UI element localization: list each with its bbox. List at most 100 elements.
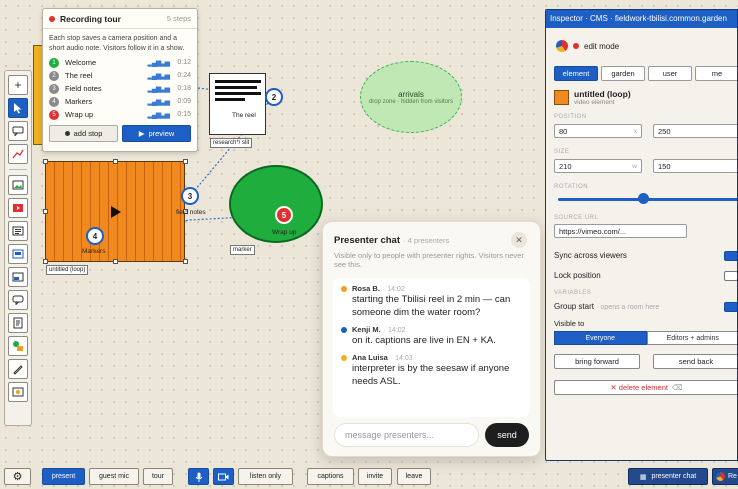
tour-header: Recording tour 5 steps [43, 9, 197, 29]
resize-handle[interactable] [183, 159, 188, 164]
resize-handle[interactable] [43, 259, 48, 264]
camera-button[interactable] [213, 468, 234, 485]
rotation-slider-knob[interactable] [638, 193, 649, 204]
captions-button[interactable]: captions [307, 468, 354, 485]
preview-button[interactable]: ▶ preview [122, 125, 191, 142]
resize-handle[interactable] [113, 159, 118, 164]
tab-element[interactable]: element [554, 66, 598, 81]
size-width-field[interactable]: 210 w [554, 159, 642, 173]
position-x-unit: x [633, 128, 637, 135]
text-line [215, 86, 257, 89]
tab-me[interactable]: me [695, 66, 737, 81]
leave-button[interactable]: leave [397, 468, 431, 485]
tour-marker-3[interactable]: 3 [181, 187, 199, 205]
chat-message-list: Rosa B. · 14:02 starting the Tbilisi reel … [333, 278, 530, 417]
message-text: on it. captions are live in EN + KA. [352, 335, 496, 346]
listen-only-button[interactable]: listen only [238, 468, 293, 485]
bring-forward-button[interactable]: bring forward [554, 354, 640, 369]
stop-label: Welcome [65, 58, 97, 67]
lock-label: Lock position [554, 271, 601, 280]
video-caption: untitled (loop) [46, 265, 89, 275]
settings-button[interactable]: ⚙ [4, 468, 31, 485]
size-height-field[interactable]: 150 [653, 159, 737, 173]
markers-label: Markers [82, 248, 106, 255]
sync-toggle[interactable] [724, 251, 737, 261]
group-start-toggle[interactable] [724, 302, 737, 312]
resize-handle[interactable] [43, 209, 48, 214]
video-element-selected[interactable]: Markers [45, 161, 185, 262]
presenter-chat-button[interactable]: ▦ presenter chat [628, 468, 708, 485]
source-url-field[interactable]: https://vimeo.com/... [554, 224, 687, 238]
chat-message: Rosa B. · 14:02 starting the Tbilisi reel … [341, 284, 522, 319]
tour-button[interactable]: tour [143, 468, 173, 485]
camera-icon [218, 473, 229, 480]
tour-stop-row[interactable]: 4 Markers ▂▄▆▃▅ 0:09 [43, 95, 197, 108]
tour-stop-row[interactable]: 3 Field notes ▂▄▆▃▅ 0:18 [43, 82, 197, 95]
tour-marker-5[interactable]: 5 [275, 206, 293, 224]
message-time: · 14:02 [382, 286, 405, 293]
author-name: Ana Luisa [352, 353, 388, 362]
tour-description: Each stop saves a camera position and a … [49, 35, 185, 52]
stop-label: Markers [65, 97, 93, 106]
reel-card-element[interactable]: The reel [209, 73, 266, 135]
resize-handle[interactable] [113, 259, 118, 264]
position-y-field[interactable]: 250 [653, 124, 737, 138]
tab-user[interactable]: user [648, 66, 692, 81]
reel-label: The reel [232, 112, 256, 119]
wrap-up-label: Wrap up [272, 229, 297, 236]
message-author: Ana Luisa · 14:03 [352, 353, 522, 362]
chat-message-input[interactable]: message presenters... [334, 423, 479, 447]
arrivals-drop-zone[interactable]: arrivals drop zone · hidden from visitor… [360, 61, 462, 133]
tour-stop-row[interactable]: 1 Welcome ▂▄▆▃▅ 0:12 [43, 56, 197, 69]
element-color-swatch[interactable] [554, 90, 569, 105]
user-menu-label: Re [728, 473, 737, 480]
audio-waveform-icon: ▂▄▆▃▅ [147, 85, 170, 93]
stop-duration: 0:18 [177, 85, 191, 92]
stop-duration: 0:24 [177, 72, 191, 79]
tour-stop-row[interactable]: 5 Wrap up ▂▄▆▃▅ 0:15 [43, 108, 197, 121]
user-menu-button[interactable]: Re [712, 468, 738, 485]
tab-garden[interactable]: garden [601, 66, 645, 81]
group-start-row: Group start · opens a room here [554, 302, 659, 311]
resize-handle[interactable] [183, 259, 188, 264]
chat-message: Ana Luisa · 14:03 interpreter is by the se… [341, 353, 522, 388]
lock-toggle[interactable] [724, 271, 737, 281]
gear-icon: ⚙ [12, 471, 23, 483]
text-line [215, 98, 245, 101]
position-x-value: 80 [559, 127, 568, 136]
tour-stop-list: 1 Welcome ▂▄▆▃▅ 0:12 2 The reel ▂▄▆▃▅ 0:24 3 Fiel… [43, 56, 197, 121]
invite-button[interactable]: invite [358, 468, 392, 485]
position-x-field[interactable]: 80 x [554, 124, 642, 138]
stop-label: Wrap up [65, 110, 94, 119]
tour-title: Recording tour [60, 13, 121, 24]
message-author: Kenji M. · 14:02 [352, 325, 522, 334]
size-height-value: 150 [658, 162, 671, 171]
edit-mode-indicator: edit mode [556, 40, 619, 52]
arrivals-title: arrivals [398, 89, 424, 99]
message-text: interpreter is by the seesaw if anyone n… [352, 363, 510, 387]
visible-everyone-option[interactable]: Everyone [554, 331, 647, 345]
chat-title-text: Presenter chat [334, 235, 401, 246]
delete-element-button[interactable]: ✕ delete element ⌫ [554, 380, 737, 395]
text-line [215, 92, 261, 95]
guest-mic-button[interactable]: guest mic [89, 468, 139, 485]
present-button[interactable]: present [42, 468, 85, 485]
tour-marker-4[interactable]: 4 [86, 227, 104, 245]
chat-title: Presenter chat · 4 presenters [334, 235, 449, 246]
author-name: Kenji M. [352, 325, 381, 334]
inspector-tabs: element garden user me [554, 66, 737, 81]
add-stop-button[interactable]: add stop [49, 125, 118, 142]
position-section-label: POSITION [554, 114, 587, 120]
send-message-button[interactable]: send [485, 423, 529, 447]
backspace-key-icon: ⌫ [671, 383, 683, 392]
microphone-button[interactable] [188, 468, 209, 485]
send-back-button[interactable]: send back [653, 354, 737, 369]
chat-message: Kenji M. · 14:02 on it. captions are live … [341, 325, 522, 347]
tour-stop-row[interactable]: 2 The reel ▂▄▆▃▅ 0:24 [43, 69, 197, 82]
tour-step-count: 5 steps [166, 14, 191, 23]
resize-handle[interactable] [43, 159, 48, 164]
close-chat-button[interactable]: ✕ [511, 232, 527, 248]
tour-marker-2[interactable]: 2 [265, 88, 283, 106]
visible-editors-option[interactable]: Editors + admins [646, 331, 737, 345]
stop-label: Field notes [65, 84, 102, 93]
